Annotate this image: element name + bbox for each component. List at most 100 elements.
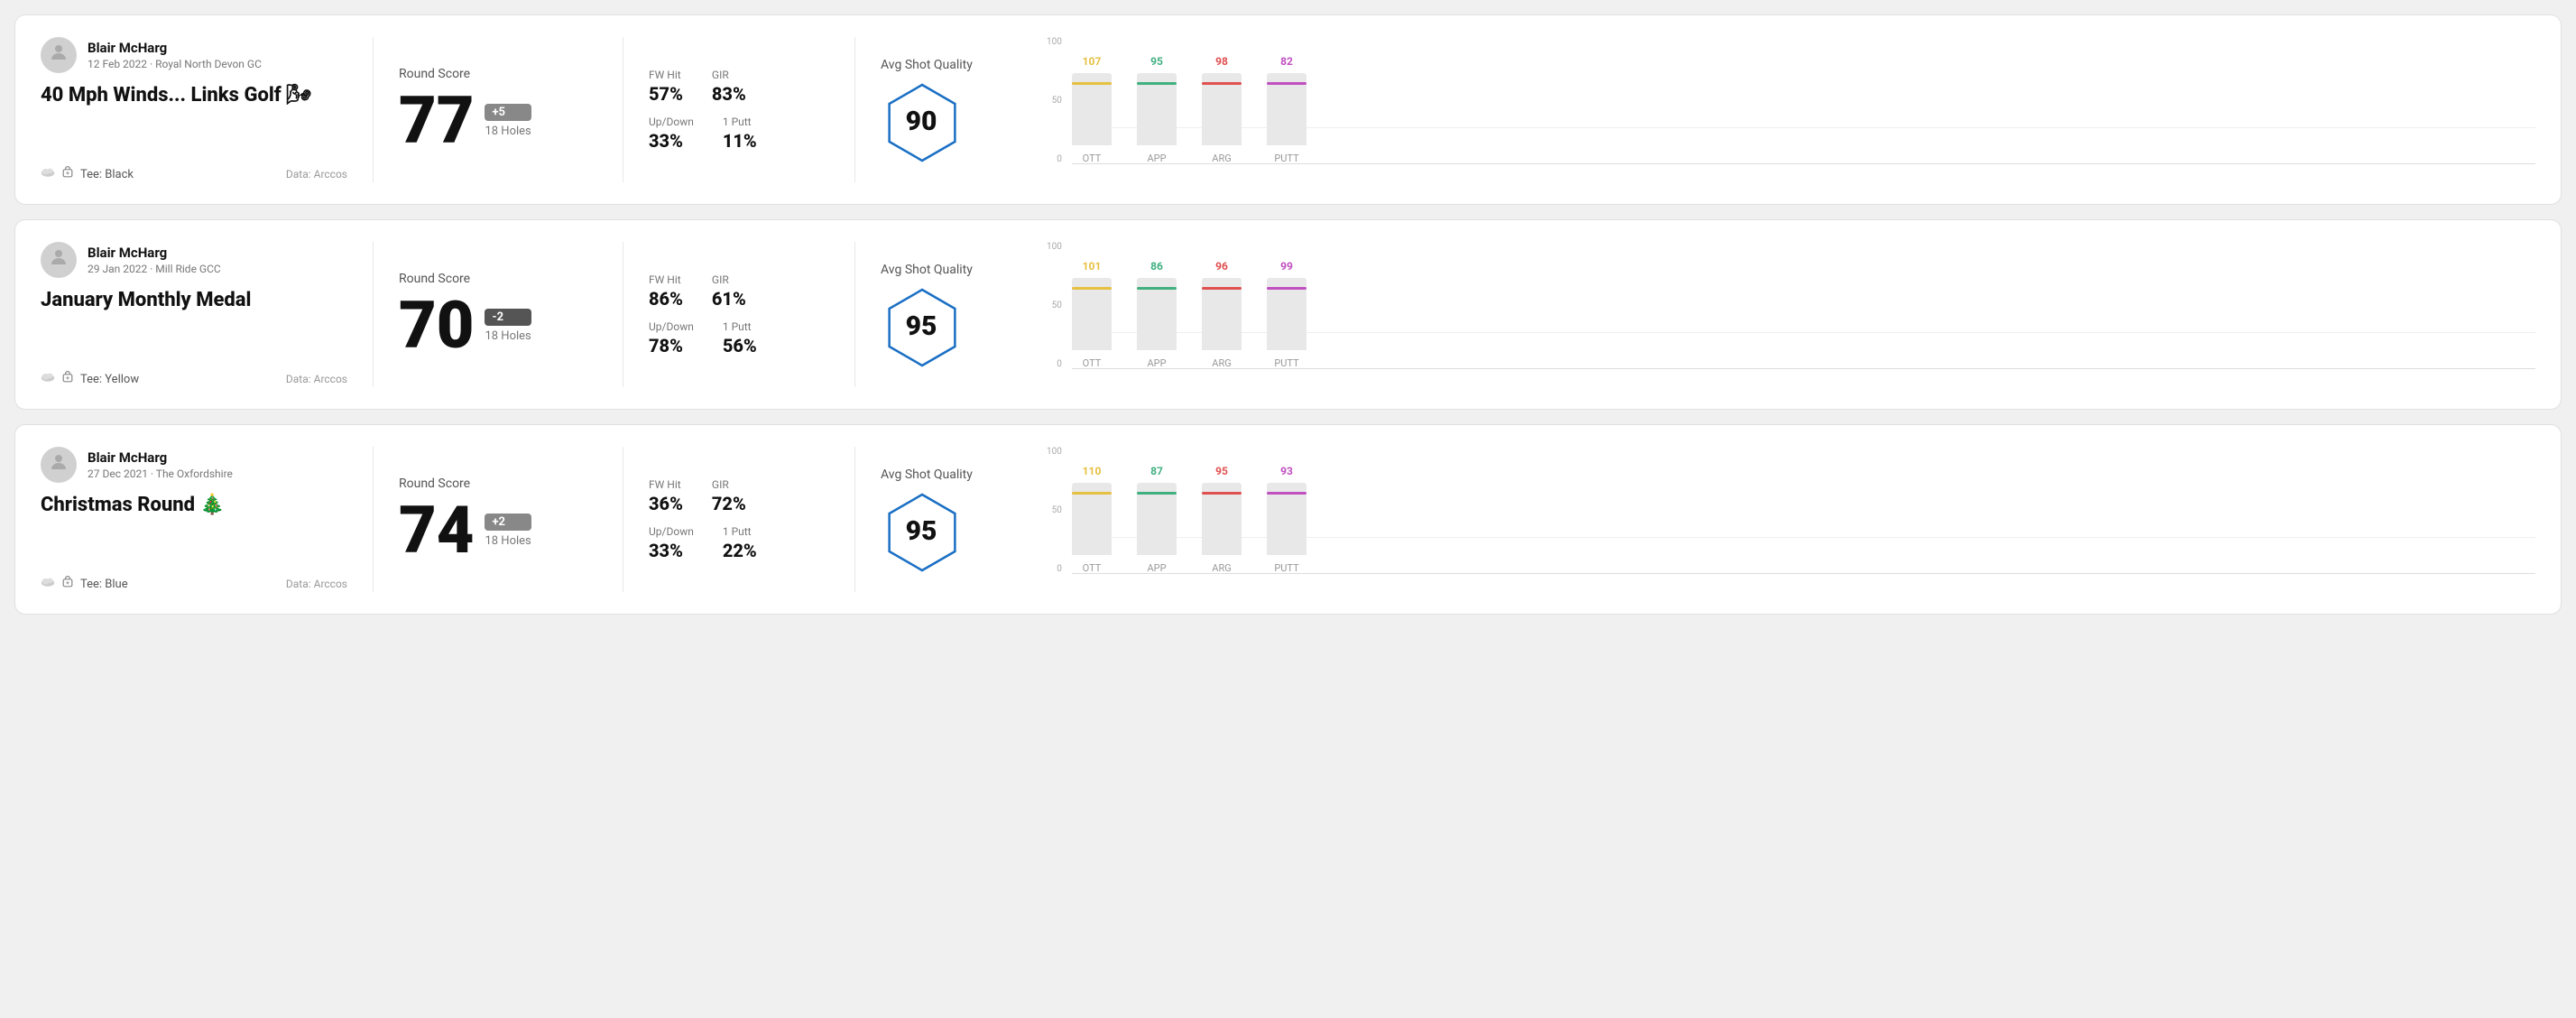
- score-badge-3: +2: [485, 514, 531, 531]
- quality-hex-1: 90: [881, 81, 962, 162]
- card-chart-1: 100500 107 OTT 95 APP 98 ARG 82: [1025, 37, 2535, 182]
- score-badge-col-1: +5 18 Holes: [485, 104, 531, 138]
- quality-number-2: 95: [906, 310, 937, 342]
- card-stats-2: FW Hit 86% GIR 61% Up/Down 78% 1 Putt 56…: [649, 242, 829, 387]
- stat-row-bot-3: Up/Down 33% 1 Putt 22%: [649, 525, 829, 561]
- fw-hit-2: FW Hit 86%: [649, 273, 683, 310]
- updown-label-1: Up/Down: [649, 116, 694, 128]
- chart-bar-arg: 95 ARG: [1202, 465, 1242, 574]
- score-number-2: 70: [399, 293, 474, 358]
- data-source-3: Data: Arccos: [286, 578, 347, 590]
- card-footer-3: Tee: Blue Data: Arccos: [41, 576, 347, 592]
- tee-label-1: Tee: Black: [80, 168, 134, 181]
- updown-value-3: 33%: [649, 540, 694, 561]
- bag-icon-3: [60, 576, 75, 592]
- gir-value-2: 61%: [712, 288, 746, 310]
- chart-bar-app: 95 APP: [1137, 55, 1177, 164]
- avatar-icon-2: [48, 246, 69, 273]
- card-footer-2: Tee: Yellow Data: Arccos: [41, 371, 347, 387]
- gir-1: GIR 83%: [712, 69, 746, 105]
- user-date-2: 29 Jan 2022 · Mill Ride GCC: [88, 263, 221, 275]
- card-chart-3: 100500 110 OTT 87 APP 95 ARG 93: [1025, 447, 2535, 592]
- gir-label-2: GIR: [712, 273, 746, 286]
- oneputt-1: 1 Putt 11%: [723, 116, 757, 152]
- quality-label-1: Avg Shot Quality: [881, 58, 973, 72]
- card-left-1: Blair McHarg 12 Feb 2022 · Royal North D…: [41, 37, 347, 182]
- score-label-2: Round Score: [399, 272, 597, 286]
- user-row-1: Blair McHarg 12 Feb 2022 · Royal North D…: [41, 37, 347, 73]
- tee-info-3: Tee: Blue: [41, 576, 128, 592]
- card-stats-3: FW Hit 36% GIR 72% Up/Down 33% 1 Putt 22…: [649, 447, 829, 592]
- user-info-2: Blair McHarg 29 Jan 2022 · Mill Ride GCC: [88, 245, 221, 275]
- stat-row-bot-2: Up/Down 78% 1 Putt 56%: [649, 320, 829, 356]
- card-left-3: Blair McHarg 27 Dec 2021 · The Oxfordshi…: [41, 447, 347, 592]
- updown-1: Up/Down 33%: [649, 116, 694, 152]
- chart-bar-app: 87 APP: [1137, 465, 1177, 574]
- oneputt-label-3: 1 Putt: [723, 525, 757, 538]
- divider-left-3: [373, 447, 374, 592]
- user-row-2: Blair McHarg 29 Jan 2022 · Mill Ride GCC: [41, 242, 347, 278]
- card-footer-1: Tee: Black Data: Arccos: [41, 166, 347, 182]
- card-score-1: Round Score 77 +5 18 Holes: [399, 37, 597, 182]
- quality-label-2: Avg Shot Quality: [881, 263, 973, 277]
- quality-number-3: 95: [906, 515, 937, 547]
- fw-hit-label-1: FW Hit: [649, 69, 683, 81]
- stat-row-bot-1: Up/Down 33% 1 Putt 11%: [649, 116, 829, 152]
- score-badge-2: -2: [485, 309, 531, 326]
- oneputt-value-2: 56%: [723, 335, 757, 356]
- quality-number-1: 90: [906, 106, 937, 137]
- user-name-3: Blair McHarg: [88, 449, 233, 466]
- gir-3: GIR 72%: [712, 478, 746, 514]
- oneputt-label-2: 1 Putt: [723, 320, 757, 333]
- score-badge-col-2: -2 18 Holes: [485, 309, 531, 343]
- card-score-2: Round Score 70 -2 18 Holes: [399, 242, 597, 387]
- chart-bar-putt: 99 PUTT: [1267, 260, 1306, 369]
- chart-bar-ott: 110 OTT: [1072, 465, 1112, 574]
- card-quality-3: Avg Shot Quality 95: [881, 447, 1025, 592]
- quality-hex-3: 95: [881, 491, 962, 572]
- avatar-icon-3: [48, 451, 69, 478]
- score-badge-col-3: +2 18 Holes: [485, 514, 531, 548]
- stat-row-top-3: FW Hit 36% GIR 72%: [649, 478, 829, 514]
- chart-bar-putt: 93 PUTT: [1267, 465, 1306, 574]
- round-card-2: Blair McHarg 29 Jan 2022 · Mill Ride GCC…: [14, 219, 2562, 410]
- updown-value-1: 33%: [649, 130, 694, 152]
- score-label-3: Round Score: [399, 477, 597, 491]
- data-source-1: Data: Arccos: [286, 168, 347, 180]
- avatar-1: [41, 37, 77, 73]
- fw-hit-value-1: 57%: [649, 83, 683, 105]
- round-title-1: 40 Mph Winds... Links Golf 🌬: [41, 84, 347, 106]
- chart-bar-ott: 101 OTT: [1072, 260, 1112, 369]
- oneputt-value-1: 11%: [723, 130, 757, 152]
- user-name-2: Blair McHarg: [88, 245, 221, 261]
- chart-bar-app: 86 APP: [1137, 260, 1177, 369]
- card-chart-2: 100500 101 OTT 86 APP 96 ARG 99: [1025, 242, 2535, 387]
- user-date-3: 27 Dec 2021 · The Oxfordshire: [88, 467, 233, 480]
- fw-hit-label-3: FW Hit: [649, 478, 683, 491]
- tee-label-3: Tee: Blue: [80, 578, 128, 591]
- weather-icon-3: [41, 577, 55, 591]
- score-number-1: 77: [399, 88, 474, 153]
- score-holes-3: 18 Holes: [485, 534, 531, 548]
- bag-icon-1: [60, 166, 75, 182]
- user-info-1: Blair McHarg 12 Feb 2022 · Royal North D…: [88, 40, 262, 70]
- score-main-3: 74 +2 18 Holes: [399, 498, 597, 563]
- card-left-2: Blair McHarg 29 Jan 2022 · Mill Ride GCC…: [41, 242, 347, 387]
- fw-hit-1: FW Hit 57%: [649, 69, 683, 105]
- card-stats-1: FW Hit 57% GIR 83% Up/Down 33% 1 Putt 11…: [649, 37, 829, 182]
- weather-icon-2: [41, 372, 55, 386]
- fw-hit-value-3: 36%: [649, 493, 683, 514]
- gir-2: GIR 61%: [712, 273, 746, 310]
- weather-icon-1: [41, 167, 55, 181]
- round-card-1: Blair McHarg 12 Feb 2022 · Royal North D…: [14, 14, 2562, 205]
- score-main-1: 77 +5 18 Holes: [399, 88, 597, 153]
- round-title-3: Christmas Round 🎄: [41, 494, 347, 516]
- score-label-1: Round Score: [399, 67, 597, 81]
- divider-right-2: [854, 242, 855, 387]
- divider-left-2: [373, 242, 374, 387]
- divider-right-3: [854, 447, 855, 592]
- fw-hit-label-2: FW Hit: [649, 273, 683, 286]
- fw-hit-value-2: 86%: [649, 288, 683, 310]
- gir-label-1: GIR: [712, 69, 746, 81]
- chart-bar-putt: 82 PUTT: [1267, 55, 1306, 164]
